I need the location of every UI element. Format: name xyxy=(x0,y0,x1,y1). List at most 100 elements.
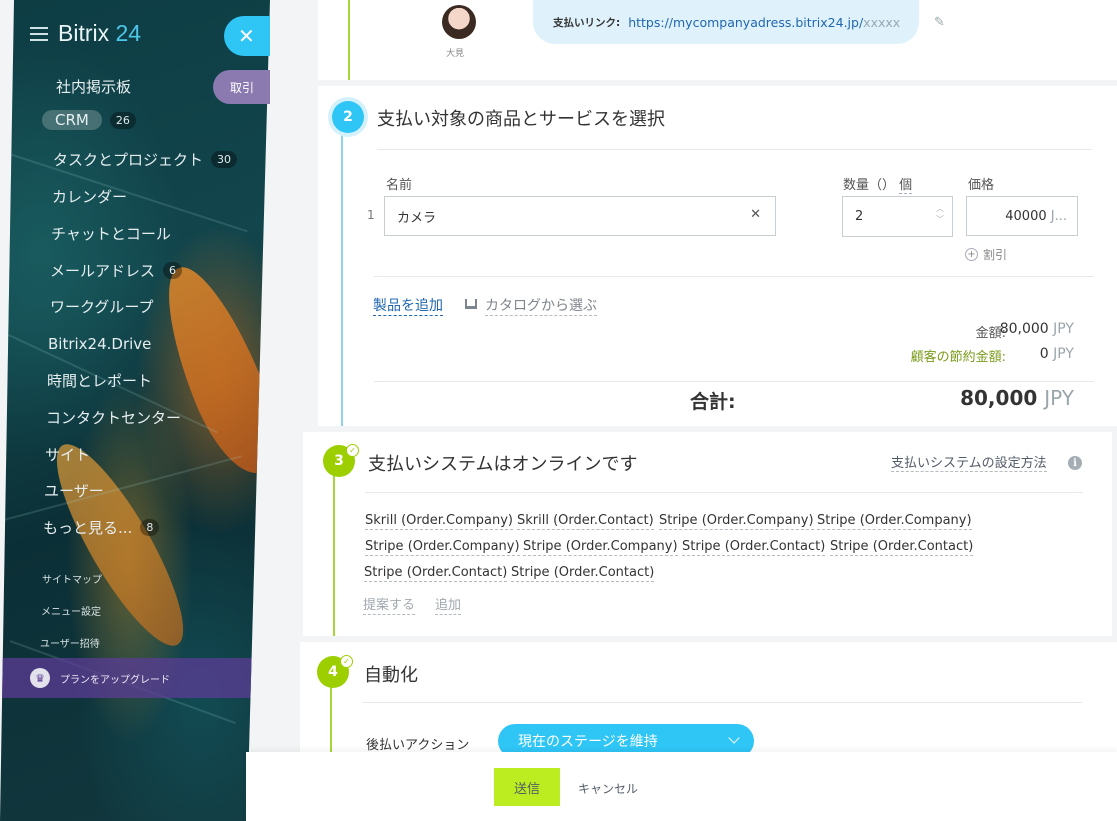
payment-system-item[interactable]: Stripe (Order.Contact) xyxy=(364,565,508,582)
currency: JPY xyxy=(1053,346,1074,362)
divider xyxy=(377,149,1092,150)
hamburger-icon[interactable] xyxy=(30,26,48,41)
payment-system-item[interactable]: Stripe (Order.Company) xyxy=(817,513,972,530)
sidebar-item-label: 時間とレポート xyxy=(47,372,153,390)
sitemap-link[interactable]: サイトマップ xyxy=(42,571,102,586)
unit-selector[interactable]: 個 xyxy=(899,178,913,194)
logo-row: Bitrix 24 xyxy=(30,20,141,47)
savings-number: 0 xyxy=(1039,346,1049,362)
clear-icon[interactable]: ✕ xyxy=(750,207,761,222)
select-from-catalog-link[interactable]: カタログから選ぶ xyxy=(485,295,597,316)
avatar xyxy=(442,5,476,39)
sidebar-item-label: チャットとコール xyxy=(51,225,171,243)
sidebar-item-label: メールアドレス xyxy=(50,262,156,280)
currency: JPY xyxy=(1053,321,1074,337)
sidebar-item-tasks[interactable]: タスクとプロジェクト 30 xyxy=(53,149,238,170)
quantity-column-label: 数量（） 個 xyxy=(843,174,913,194)
payment-link-bubble[interactable]: 支払いリンク: https://mycompanyadress.bitrix24… xyxy=(533,0,919,44)
sidebar-item-time-reports[interactable]: 時間とレポート xyxy=(47,370,152,391)
divider xyxy=(362,702,1082,703)
add-payment-system-link[interactable]: 追加 xyxy=(435,594,462,615)
sidebar-item-drive[interactable]: Bitrix24.Drive xyxy=(48,335,151,353)
payment-system-item[interactable]: Stripe (Order.Company) xyxy=(523,539,678,556)
upgrade-plan-button[interactable]: ♛ プランをアップグレード xyxy=(0,658,262,698)
logo[interactable]: Bitrix 24 xyxy=(58,20,141,47)
close-icon: ✕ xyxy=(238,24,255,48)
payment-setup-help-link[interactable]: 支払いシステムの設定方法 xyxy=(891,452,1047,472)
sidebar-item-label: ワークグループ xyxy=(50,298,154,316)
section-title: 自動化 xyxy=(364,665,418,686)
sidebar-item-label: カレンダー xyxy=(52,188,128,206)
section-title: 支払いシステムはオンラインです xyxy=(368,454,638,475)
total-label: 合計: xyxy=(690,391,736,413)
crown-icon: ♛ xyxy=(30,668,50,688)
invite-users-link[interactable]: ユーザー招待 xyxy=(40,635,100,650)
payment-link-label: 支払いリンク: xyxy=(553,16,621,29)
check-icon: ✓ xyxy=(346,444,359,457)
payment-system-item[interactable]: Stripe (Order.Contact) xyxy=(511,565,655,582)
deals-tab-label: 取引 xyxy=(230,80,255,95)
send-button[interactable]: 送信 xyxy=(494,768,560,806)
leaf-decoration xyxy=(146,254,270,486)
payment-system-item[interactable]: Skrill (Order.Contact) xyxy=(517,513,654,530)
chevron-down-icon xyxy=(728,732,740,744)
payment-system-item[interactable]: Stripe (Order.Contact) xyxy=(682,539,826,556)
sidebar-item-users[interactable]: ユーザー xyxy=(44,480,104,501)
menu-settings-link[interactable]: メニュー設定 xyxy=(41,603,101,618)
currency: JPY xyxy=(1044,386,1074,410)
sidebar-item-calendar[interactable]: カレンダー xyxy=(52,186,127,207)
discount-link[interactable]: + 割引 xyxy=(965,246,1007,263)
plus-icon: + xyxy=(965,248,978,261)
sidebar-item-more[interactable]: もっと見る... 8 xyxy=(43,517,160,538)
close-slider-button[interactable]: ✕ xyxy=(224,16,270,56)
sidebar: Bitrix 24 社内掲示板 CRM 26 タスクとプロジェクト 30 カレン… xyxy=(0,0,270,821)
sidebar-item-sites[interactable]: サイト xyxy=(45,444,90,465)
timeline-line xyxy=(333,462,335,636)
counter-badge: 8 xyxy=(140,519,160,536)
payment-system-item[interactable]: Stripe (Order.Contact) xyxy=(830,539,974,556)
suggest-link[interactable]: 提案する xyxy=(363,594,416,615)
link-message-card: 大見 支払いリンク: https://mycompanyadress.bitri… xyxy=(318,0,1117,80)
sidebar-item-chat[interactable]: チャットとコール xyxy=(51,223,171,244)
info-icon[interactable]: i xyxy=(1068,456,1082,470)
counter-badge: 6 xyxy=(163,262,183,279)
cancel-button[interactable]: キャンセル xyxy=(578,780,638,797)
quantity-value: 2 xyxy=(855,209,864,224)
sidebar-item-contact-center[interactable]: コンタクトセンター xyxy=(46,407,181,428)
divider xyxy=(365,492,1083,493)
amount-number: 80,000 xyxy=(999,321,1049,337)
add-product-link[interactable]: 製品を追加 xyxy=(373,295,443,316)
price-column-label: 価格 xyxy=(968,178,995,193)
sidebar-item-label: もっと見る... xyxy=(43,519,133,537)
sidebar-item-label: サイト xyxy=(45,446,91,464)
logo-number: 24 xyxy=(109,20,142,46)
payment-system-item[interactable]: Stripe (Order.Company) xyxy=(659,513,814,530)
amount-value: 80,000 JPY xyxy=(874,321,1074,337)
products-card: 2 支払い対象の商品とサービスを選択 名前 数量（） 個 価格 1 カメラ ✕ … xyxy=(318,86,1117,426)
pencil-icon[interactable]: ✎ xyxy=(934,15,945,30)
book-icon xyxy=(465,299,477,309)
payment-system-item[interactable]: Stripe (Order.Company) xyxy=(365,539,520,556)
sidebar-item-label: タスクとプロジェクト xyxy=(53,151,204,169)
payment-link-suffix: xxxxx xyxy=(863,14,901,30)
product-name-input[interactable]: カメラ ✕ xyxy=(384,196,776,236)
sidebar-item-label: ユーザー xyxy=(44,482,104,500)
stepper-arrows-icon[interactable]: ︿ ﹀ xyxy=(936,203,944,225)
counter-badge: 26 xyxy=(109,111,136,129)
deals-tab[interactable]: 取引 xyxy=(213,70,270,104)
total-number: 80,000 xyxy=(960,386,1038,410)
sidebar-item-crm[interactable]: CRM 26 xyxy=(42,110,136,130)
payment-system-item[interactable]: Skrill (Order.Company) xyxy=(365,513,513,530)
timeline-line xyxy=(341,116,343,426)
post-payment-action-value: 現在のステージを維持 xyxy=(518,734,658,750)
price-input[interactable]: 40000 J... xyxy=(966,196,1078,236)
price-currency: J... xyxy=(1050,208,1067,224)
post-payment-action-label: 後払いアクション xyxy=(366,738,470,753)
upgrade-label: プランをアップグレード xyxy=(60,674,170,686)
sidebar-item-label: CRM xyxy=(42,110,102,130)
sidebar-item-workgroups[interactable]: ワークグループ xyxy=(50,296,154,317)
quantity-stepper[interactable]: 2 ︿ ﹀ xyxy=(842,196,953,237)
payment-link-url[interactable]: https://mycompanyadress.bitrix24.jp/ xyxy=(628,15,863,30)
sidebar-item-news[interactable]: 社内掲示板 xyxy=(56,76,131,97)
sidebar-item-mail[interactable]: メールアドレス 6 xyxy=(50,260,183,281)
